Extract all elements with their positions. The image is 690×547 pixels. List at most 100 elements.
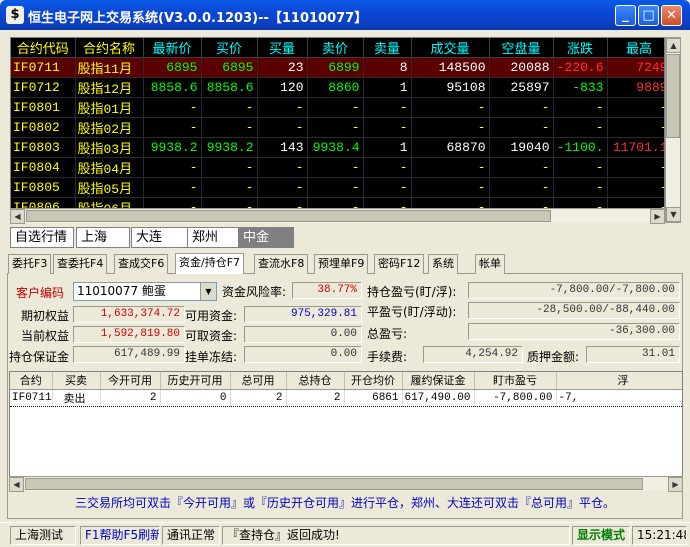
tab-query-flow[interactable]: 查流水F8 — [254, 254, 309, 274]
quote-header[interactable]: 涨跌 — [553, 38, 608, 58]
tab-shanghai[interactable]: 上海 — [76, 227, 130, 248]
tab-statement[interactable]: 帐单 — [475, 254, 505, 274]
status-mode[interactable]: 显示模式 — [572, 526, 630, 545]
margin-value: 617,489.99 — [73, 346, 185, 363]
position-horizontal-scrollbar[interactable]: ◀ ▶ — [9, 476, 683, 492]
tab-system[interactable]: 系统 — [428, 254, 458, 274]
scroll-left-icon[interactable]: ◀ — [9, 477, 24, 492]
quote-vertical-scrollbar[interactable]: ▲ ▼ — [665, 37, 681, 223]
quote-header[interactable]: 买价 — [201, 38, 258, 58]
tab-watchlist[interactable]: 自选行情 — [10, 227, 74, 248]
position-header[interactable]: 买卖 — [52, 372, 101, 390]
margin-label: 持仓保证金 — [9, 350, 70, 364]
quote-cell-ask: - — [307, 117, 364, 138]
tab-zhengzhou[interactable]: 郑州 — [187, 227, 239, 248]
scroll-right-icon[interactable]: ▶ — [668, 477, 683, 492]
quote-row[interactable]: IF0802股指02月--------- — [11, 117, 664, 138]
quote-cell-code: IF0805 — [11, 177, 76, 198]
scroll-thumb[interactable] — [25, 478, 643, 490]
scroll-thumb[interactable] — [666, 54, 680, 138]
position-list[interactable]: 合约 买卖 今开可用 历史开可用 总可用 总持仓 开仓均价 履约保证金 盯市盈亏浮 IF0711… — [9, 371, 683, 491]
scroll-thumb[interactable] — [26, 210, 551, 222]
minimize-button[interactable]: _ — [615, 5, 636, 26]
tab-cffex[interactable]: 中金 — [238, 227, 294, 248]
position-header[interactable]: 历史开可用 — [160, 372, 231, 390]
tab-dalian[interactable]: 大连 — [131, 227, 189, 248]
quote-header[interactable]: 卖价 — [307, 38, 364, 58]
initial-equity-label: 期初权益 — [21, 309, 70, 323]
quote-cell-volume: 148500 — [411, 57, 490, 78]
position-header[interactable]: 盯市盈亏 — [474, 372, 557, 390]
current-equity-label: 当前权益 — [21, 329, 70, 343]
scroll-left-icon[interactable]: ◀ — [10, 209, 25, 224]
scroll-right-icon[interactable]: ▶ — [650, 209, 665, 224]
quote-cell-bid-vol: - — [257, 97, 308, 118]
position-header[interactable]: 今开可用 — [100, 372, 161, 390]
quote-row[interactable]: IF0804股指04月--------- — [11, 157, 664, 178]
position-header[interactable]: 总持仓 — [286, 372, 345, 390]
quote-header[interactable]: 最新价 — [143, 38, 202, 58]
position-header[interactable]: 开仓均价 — [344, 372, 403, 390]
position-header[interactable]: 总可用 — [230, 372, 287, 390]
quote-cell-ask-vol: 8 — [363, 57, 412, 78]
quote-horizontal-scrollbar[interactable]: ◀ ▶ — [10, 208, 665, 224]
quote-table: 合约代码 合约名称 最新价 买价 买量 卖价 卖量 成交量 空盘量 涨跌 最高 IF0711 股指11… — [11, 38, 664, 222]
initial-equity-value: 1,633,374.72 — [73, 306, 185, 323]
quote-header[interactable]: 成交量 — [411, 38, 490, 58]
quote-header[interactable]: 空盘量 — [489, 38, 554, 58]
quote-cell-bid: - — [201, 157, 258, 178]
quote-header[interactable]: 卖量 — [363, 38, 412, 58]
quote-header[interactable]: 最高 — [607, 38, 664, 58]
quote-header[interactable]: 买量 — [257, 38, 308, 58]
title-bar[interactable]: $ 恒生电子网上交易系统(V3.0.0.1203)--【11010077】 _ … — [0, 0, 690, 30]
tab-query-order[interactable]: 查委托F4 — [53, 254, 108, 274]
quote-cell-chg: -1100. — [553, 137, 608, 158]
quote-cell-name: 股指12月 — [75, 77, 144, 98]
quote-cell-code: IF0802 — [11, 117, 76, 138]
quote-header[interactable]: 合约名称 — [75, 38, 144, 58]
position-header[interactable]: 合约 — [10, 372, 53, 390]
scroll-up-icon[interactable]: ▲ — [666, 38, 681, 53]
status-message: 『查持仓』返回成功! — [222, 526, 570, 545]
position-row[interactable]: IF0711 卖出 2 0 2 2 6861 617,490.00 -7,800.00 -7, — [10, 388, 682, 407]
tab-order[interactable]: 委托F3 — [8, 254, 52, 274]
quote-cell-code: IF0712 — [11, 77, 76, 98]
quote-cell-last: 9938.2 — [143, 137, 202, 158]
quote-header[interactable]: 合约代码 — [11, 38, 76, 58]
quote-cell-last: - — [143, 97, 202, 118]
quote-row[interactable]: IF0803 股指03月 9938.2 9938.2 143 9938.4 1 68870 19… — [11, 137, 664, 158]
quote-cell-name: 股指04月 — [75, 157, 144, 178]
quote-row[interactable]: IF0711 股指11月 6895 6895 23 6899 8 148500 20088 -22… — [11, 57, 664, 78]
tab-password[interactable]: 密码F12 — [374, 254, 425, 274]
quote-row[interactable]: IF0801股指01月--------- — [11, 97, 664, 118]
tab-query-trade[interactable]: 查成交F6 — [114, 254, 169, 274]
chevron-down-icon[interactable]: ▼ — [200, 283, 216, 300]
quote-cell-volume: 68870 — [411, 137, 490, 158]
quote-grid[interactable]: 合约代码 合约名称 最新价 买价 买量 卖价 卖量 成交量 空盘量 涨跌 最高 IF0711 股指11… — [10, 37, 665, 223]
quote-cell-bid-vol: - — [257, 117, 308, 138]
withdrawable-label: 可取资金: — [185, 329, 238, 343]
quote-cell-chg: - — [553, 117, 608, 138]
quote-cell-code: IF0801 — [11, 97, 76, 118]
quote-cell-oi: - — [489, 157, 554, 178]
maximize-button[interactable]: □ — [638, 5, 659, 26]
quote-row[interactable]: IF0805股指05月--------- — [11, 177, 664, 198]
fee-value: 4,254.92 — [423, 346, 523, 363]
client-code-select[interactable]: 11010077 鲍蛋 ▼ — [73, 282, 217, 301]
close-button[interactable]: ✕ — [661, 5, 682, 26]
position-pnl-value: -7,800.00/-7,800.00 — [468, 282, 680, 299]
quote-cell-chg: - — [553, 97, 608, 118]
status-bar: 上海测试 F1帮助F5刷新 通讯正常 『查持仓』返回成功! 显示模式 15:21… — [0, 522, 690, 547]
position-header[interactable]: 履约保证金 — [402, 372, 475, 390]
quote-cell-last: - — [143, 117, 202, 138]
quote-cell-ask-vol: - — [363, 177, 412, 198]
scroll-down-icon[interactable]: ▼ — [666, 207, 681, 222]
quote-row[interactable]: IF0712 股指12月 8858.6 8858.6 120 8860 1 95108 2589… — [11, 77, 664, 98]
tab-funds-positions[interactable]: 资金/持仓F7 — [175, 253, 245, 274]
tab-preset-order[interactable]: 预埋单F9 — [314, 254, 369, 274]
quote-cell-bid: 9938.2 — [201, 137, 258, 158]
quote-cell-high: - — [607, 157, 664, 178]
quote-cell-oi: - — [489, 177, 554, 198]
position-header[interactable]: 浮 — [556, 372, 682, 390]
close-pnl-value: -28,500.00/-88,440.00 — [468, 302, 680, 319]
